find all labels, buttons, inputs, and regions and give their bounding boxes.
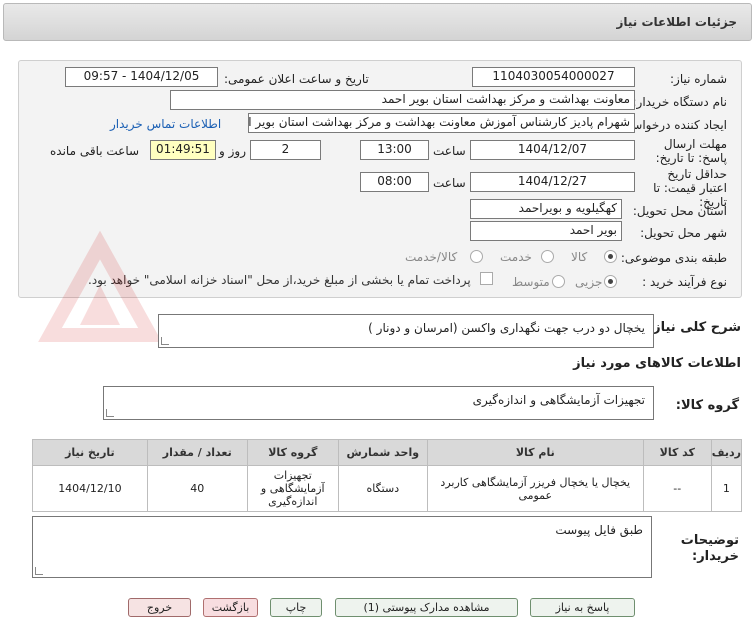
col-header-row-number: ردیف: [710, 439, 743, 466]
validity-date-field: 1404/12/27: [470, 172, 635, 192]
validity-label: حداقل تاریخ اعتبار قیمت: تا تاریخ:: [653, 167, 727, 209]
summary-field: یخچال دو درب جهت نگهداری واکسن (امرسان و…: [158, 314, 654, 348]
summary-label: شرح کلی نیاز:: [647, 320, 741, 335]
goods-group-text: تجهیزات آزمایشگاهی و اندازه‌گیری: [472, 393, 645, 407]
deadline-time-label: ساعت: [433, 144, 466, 158]
cell-unit: دستگاه: [337, 465, 428, 512]
province-field: کهگیلویه و بویراحمد: [470, 199, 622, 219]
category-goods-label: کالا: [571, 250, 588, 264]
cell-group: تجهیزات آزمایشگاهی و اندازه‌گیری: [246, 465, 339, 512]
deadline-date-field: 1404/12/07: [470, 140, 635, 160]
contact-buyer-link[interactable]: اطلاعات تماس خریدار: [110, 117, 221, 131]
category-radio-both[interactable]: [470, 250, 483, 263]
city-label: شهر محل تحویل:: [640, 226, 727, 240]
table-header-row: ردیف کد کالا نام کالا واحد شمارش گروه کا…: [32, 439, 743, 466]
cell-date: 1404/12/10: [32, 465, 148, 512]
process-label: نوع فرآیند خرید :: [642, 275, 727, 289]
summary-text: یخچال دو درب جهت نگهداری واکسن (امرسان و…: [368, 321, 645, 335]
deadline-label: مهلت ارسال پاسخ: تا تاریخ:: [655, 137, 727, 165]
resize-grip-icon[interactable]: [161, 337, 169, 345]
deadline-time-field: 13:00: [360, 140, 429, 160]
buyer-notes-field: طبق فایل پیوست: [32, 516, 652, 578]
buyer-notes-text: طبق فایل پیوست: [555, 523, 643, 537]
process-radio-medium[interactable]: [552, 275, 565, 288]
announce-field: 1404/12/05 - 09:57: [65, 67, 218, 87]
table-row: 1 -- یخچال یا یخچال فریزر آزمایشگاهی کار…: [32, 465, 743, 512]
resize-grip-icon[interactable]: [35, 567, 43, 575]
goods-group-field: تجهیزات آزمایشگاهی و اندازه‌گیری: [103, 386, 654, 420]
view-attachments-button[interactable]: مشاهده مدارک پیوستی (1): [335, 598, 518, 617]
treasury-payment-checkbox[interactable]: [480, 272, 493, 285]
need-number-label: شماره نیاز:: [670, 72, 727, 86]
exit-button[interactable]: خروج: [128, 598, 191, 617]
reply-button[interactable]: پاسخ به نیاز: [530, 598, 635, 617]
days-label: روز و: [219, 144, 246, 158]
buyer-org-field: معاونت بهداشت و مرکز بهداشت استان بویر ا…: [170, 90, 635, 110]
validity-time-label: ساعت: [433, 176, 466, 190]
remaining-label: ساعت باقی مانده: [50, 144, 140, 158]
category-radio-service[interactable]: [541, 250, 554, 263]
remaining-time-field: 01:49:51: [150, 140, 216, 160]
city-field: بویر احمد: [470, 221, 622, 241]
col-header-code: کد کالا: [642, 439, 712, 466]
requester-field: شهرام پادیز کارشناس آموزش معاونت بهداشت …: [248, 113, 635, 133]
category-label: طبقه بندی موضوعی:: [620, 251, 727, 265]
cell-code: --: [642, 465, 712, 512]
need-number-field: 1104030054000027: [472, 67, 635, 87]
category-service-label: خدمت: [500, 250, 532, 264]
goods-table: ردیف کد کالا نام کالا واحد شمارش گروه کا…: [32, 439, 743, 512]
treasury-payment-note: پرداخت تمام یا بخشی از مبلغ خرید،از محل …: [88, 273, 471, 287]
buyer-org-label: نام دستگاه خریدار:: [632, 95, 728, 109]
category-radio-goods[interactable]: [604, 250, 617, 263]
validity-time-field: 08:00: [360, 172, 429, 192]
announce-label: تاریخ و ساعت اعلان عمومی:: [224, 72, 369, 86]
process-medium-label: متوسط: [512, 275, 550, 289]
goods-group-label: گروه کالا:: [675, 398, 739, 413]
province-label: استان محل تحویل:: [632, 204, 727, 218]
cell-row-number: 1: [710, 465, 743, 512]
col-header-name: نام کالا: [426, 439, 644, 466]
goods-section-title: اطلاعات کالاهای مورد نیاز: [573, 356, 741, 371]
buyer-notes-label: توضیحات خریدار:: [680, 533, 739, 564]
page-header: جزئیات اطلاعات نیاز: [3, 3, 752, 41]
process-radio-minor[interactable]: [604, 275, 617, 288]
cell-quantity: 40: [146, 465, 248, 512]
col-header-date: تاریخ نیاز: [32, 439, 148, 466]
col-header-quantity: تعداد / مقدار: [146, 439, 248, 466]
back-button[interactable]: بازگشت: [203, 598, 258, 617]
category-both-label: کالا/خدمت: [405, 250, 458, 264]
col-header-group: گروه کالا: [246, 439, 339, 466]
print-button[interactable]: چاپ: [270, 598, 322, 617]
col-header-unit: واحد شمارش: [337, 439, 428, 466]
page-title: جزئیات اطلاعات نیاز: [616, 15, 737, 29]
days-field: 2: [250, 140, 321, 160]
resize-grip-icon[interactable]: [106, 409, 114, 417]
process-minor-label: جزیی: [575, 275, 603, 289]
cell-name: یخچال یا یخچال فریزر آزمایشگاهی کاربرد ع…: [426, 465, 644, 512]
